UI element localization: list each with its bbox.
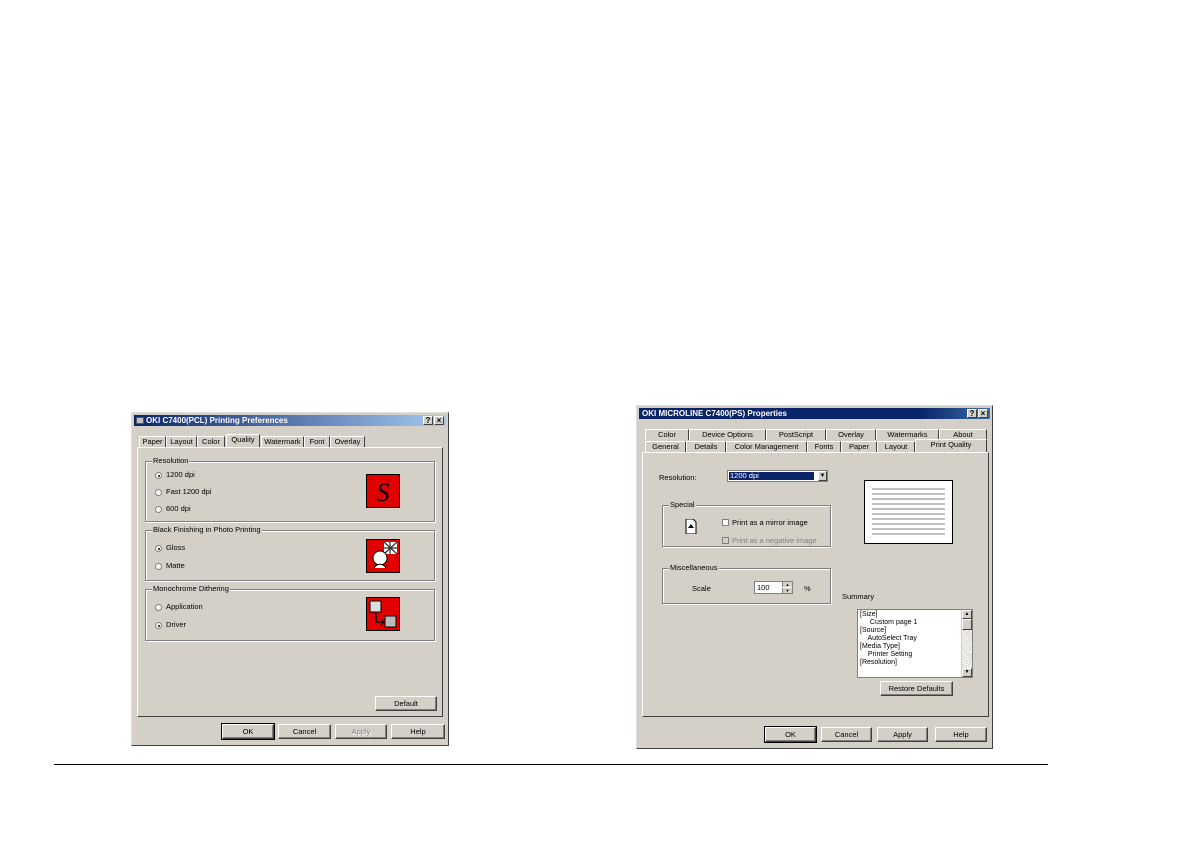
divider-line xyxy=(54,764,1048,765)
apply-button[interactable]: Apply xyxy=(335,724,387,739)
scroll-thumb[interactable] xyxy=(962,619,972,630)
resolution-select[interactable]: 1200 dpi ▼ xyxy=(727,470,828,482)
option-1200-dpi[interactable]: 1200 dpi xyxy=(166,470,195,479)
resolution-preview-icon: S xyxy=(366,474,400,508)
scale-input[interactable]: 100 ▲ ▼ xyxy=(754,581,793,594)
resolution-group: Resolution 1200 dpi Fast 1200 dpi 600 dp… xyxy=(145,456,435,522)
tab-color-management[interactable]: Color Management xyxy=(726,441,807,452)
tab-device-options[interactable]: Device Options xyxy=(689,429,766,440)
summary-scrollbar[interactable]: ▲ ▼ xyxy=(961,610,972,677)
help-title-button[interactable]: ? xyxy=(423,416,433,425)
monochrome-group: Monochrome Dithering Application Driver xyxy=(145,584,435,641)
summary-line: [Media Type] xyxy=(860,643,900,650)
tab-print-quality[interactable]: Print Quality xyxy=(915,439,987,452)
option-application[interactable]: Application xyxy=(166,602,203,611)
spin-down-icon[interactable]: ▼ xyxy=(782,588,792,593)
help-button[interactable]: Help xyxy=(935,727,987,742)
resolution-label: Resolution: xyxy=(659,473,697,482)
finishing-preview-icon xyxy=(366,539,400,573)
cancel-button[interactable]: Cancel xyxy=(278,724,331,739)
summary-line: Printer Setting xyxy=(864,651,913,658)
default-button[interactable]: Default xyxy=(375,696,437,711)
title-bar[interactable]: OKI C7400(PCL) Printing Preferences ? × xyxy=(134,415,446,426)
printer-icon xyxy=(136,417,144,424)
summary-line: AutoSelect Tray xyxy=(864,635,917,642)
summary-line: Custom page 1 xyxy=(866,619,918,626)
radio-gloss[interactable] xyxy=(155,545,162,552)
ok-button[interactable]: OK xyxy=(221,723,275,740)
title-bar[interactable]: OKI MICROLINE C7400(PS) Properties ? × xyxy=(639,408,990,419)
option-driver[interactable]: Driver xyxy=(166,620,186,629)
radio-application[interactable] xyxy=(155,604,162,611)
miscellaneous-group: Miscellaneous Scale 100 ▲ ▼ % xyxy=(662,563,831,604)
tab-postscript[interactable]: PostScript xyxy=(766,429,826,440)
miscellaneous-group-label: Miscellaneous xyxy=(669,563,719,572)
black-finishing-group-label: Black Finishing in Photo Printing xyxy=(152,525,262,534)
scroll-up-icon[interactable]: ▲ xyxy=(962,610,972,619)
scale-value: 100 xyxy=(757,583,770,592)
radio-driver[interactable] xyxy=(155,622,162,629)
pcl-preferences-dialog: OKI C7400(PCL) Printing Preferences ? × … xyxy=(131,412,449,746)
ps-properties-dialog: OKI MICROLINE C7400(PS) Properties ? × C… xyxy=(636,405,993,749)
tab-paper[interactable]: Paper xyxy=(139,436,166,447)
tab-overlay[interactable]: Overlay xyxy=(826,429,876,440)
radio-fast-1200-dpi[interactable] xyxy=(155,489,162,496)
scale-label: Scale xyxy=(692,584,711,593)
spin-up-icon[interactable]: ▲ xyxy=(782,582,792,587)
mirror-image-checkbox[interactable] xyxy=(722,519,729,526)
tab-paper[interactable]: Paper xyxy=(841,441,877,452)
summary-line: [Resolution] xyxy=(860,659,897,666)
tab-quality[interactable]: Quality xyxy=(226,434,260,447)
tab-color[interactable]: Color xyxy=(645,429,689,440)
document-icon xyxy=(685,518,697,535)
tab-general[interactable]: General xyxy=(645,441,686,452)
help-button[interactable]: Help xyxy=(391,724,445,739)
tab-watermark[interactable]: Watermark xyxy=(261,436,304,447)
chevron-down-icon[interactable]: ▼ xyxy=(818,471,827,481)
resolution-select-value: 1200 dpi xyxy=(729,472,814,480)
window-title: OKI MICROLINE C7400(PS) Properties xyxy=(642,409,787,418)
tab-color[interactable]: Color xyxy=(197,436,225,447)
scroll-down-icon[interactable]: ▼ xyxy=(962,668,972,677)
page-preview xyxy=(864,480,953,544)
tab-overlay[interactable]: Overlay xyxy=(330,436,365,447)
option-gloss[interactable]: Gloss xyxy=(166,543,185,552)
cancel-button[interactable]: Cancel xyxy=(821,727,872,742)
radio-matte[interactable] xyxy=(155,563,162,570)
tab-details[interactable]: Details xyxy=(686,441,726,452)
scale-unit: % xyxy=(804,584,811,593)
tab-layout[interactable]: Layout xyxy=(877,441,915,452)
special-group: Special Print as a mirror image Print as… xyxy=(662,500,831,547)
summary-line: [Size] xyxy=(860,611,878,618)
option-fast-1200-dpi[interactable]: Fast 1200 dpi xyxy=(166,487,211,496)
radio-600-dpi[interactable] xyxy=(155,506,162,513)
negative-image-label: Print as a negative image xyxy=(732,536,817,545)
restore-defaults-button[interactable]: Restore Defaults xyxy=(880,681,953,696)
tab-layout[interactable]: Layout xyxy=(166,436,197,447)
apply-button[interactable]: Apply xyxy=(877,727,928,742)
quality-panel: Resolution 1200 dpi Fast 1200 dpi 600 dp… xyxy=(137,447,443,717)
summary-label: Summary xyxy=(842,592,875,601)
mirror-image-label[interactable]: Print as a mirror image xyxy=(732,518,808,527)
special-group-label: Special xyxy=(669,500,696,509)
black-finishing-group: Black Finishing in Photo Printing Gloss … xyxy=(145,525,435,581)
summary-line: [Source] xyxy=(860,627,887,634)
tab-fonts[interactable]: Fonts xyxy=(807,441,841,452)
monochrome-group-label: Monochrome Dithering xyxy=(152,584,230,593)
print-quality-panel: Resolution: 1200 dpi ▼ Special Print as … xyxy=(642,452,989,717)
window-title: OKI C7400(PCL) Printing Preferences xyxy=(146,416,288,425)
option-matte[interactable]: Matte xyxy=(166,561,185,570)
close-title-button[interactable]: × xyxy=(978,409,988,418)
negative-image-checkbox[interactable] xyxy=(722,537,729,544)
svg-text:S: S xyxy=(377,478,390,507)
option-600-dpi[interactable]: 600 dpi xyxy=(166,504,191,513)
ok-button[interactable]: OK xyxy=(764,726,817,743)
tab-font[interactable]: Font xyxy=(304,436,330,447)
resolution-group-label: Resolution xyxy=(152,456,190,465)
help-title-button[interactable]: ? xyxy=(967,409,977,418)
close-title-button[interactable]: × xyxy=(434,416,444,425)
summary-list[interactable]: [Size] Custom page 1 [Source] AutoSelect… xyxy=(857,609,973,678)
dithering-preview-icon xyxy=(366,597,400,631)
radio-1200-dpi[interactable] xyxy=(155,472,162,479)
